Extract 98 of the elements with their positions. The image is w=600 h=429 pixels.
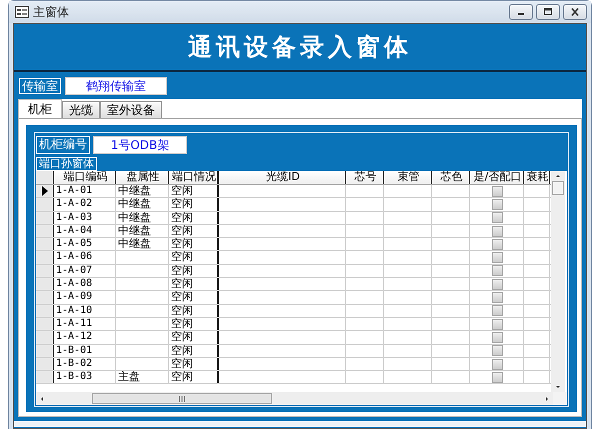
column-header[interactable]: 衰耗 bbox=[524, 171, 550, 184]
table-cell: 1-A-05 bbox=[54, 238, 116, 250]
table-cell: 空闲 bbox=[169, 212, 219, 224]
cabinet-label: 机柜编号 bbox=[36, 136, 90, 154]
table-cell: 空闲 bbox=[169, 238, 219, 250]
scroll-thumb[interactable] bbox=[92, 393, 272, 404]
table-cell: 空闲 bbox=[169, 304, 219, 317]
table-cell: 中继盘 bbox=[116, 198, 169, 211]
maximize-button[interactable] bbox=[536, 4, 560, 20]
table-cell: 中继盘 bbox=[116, 185, 169, 198]
checkbox[interactable] bbox=[492, 345, 503, 356]
table-cell: 空闲 bbox=[169, 371, 219, 384]
table-cell: 1-A-02 bbox=[54, 198, 116, 211]
checkbox[interactable] bbox=[492, 265, 503, 276]
row-selector[interactable] bbox=[36, 198, 54, 211]
table-cell: 1-A-08 bbox=[54, 278, 116, 290]
checkbox[interactable] bbox=[492, 318, 503, 330]
cabinet-field[interactable]: 1号ODB架 bbox=[93, 136, 187, 154]
checkbox[interactable] bbox=[492, 305, 503, 316]
vertical-scrollbar[interactable] bbox=[551, 171, 565, 392]
column-header[interactable]: 是/否配口 bbox=[470, 171, 524, 184]
column-header[interactable]: 束管 bbox=[384, 171, 432, 184]
row-selector[interactable] bbox=[36, 304, 54, 317]
table-cell: 1-A-04 bbox=[54, 224, 116, 238]
table-cell: 1-A-06 bbox=[54, 251, 116, 264]
tab[interactable]: 光缆 bbox=[62, 101, 100, 118]
room-field[interactable]: 鹤翔传输室 bbox=[65, 77, 167, 95]
table-cell: 1-A-09 bbox=[54, 291, 116, 304]
table-cell: 中继盘 bbox=[116, 238, 169, 250]
row-selector[interactable] bbox=[36, 291, 54, 304]
column-header[interactable]: 光缆ID bbox=[219, 171, 346, 184]
table-cell: 1-A-01 bbox=[54, 185, 116, 198]
table-cell: 空闲 bbox=[169, 224, 219, 238]
close-button[interactable] bbox=[563, 4, 587, 20]
checkbox[interactable] bbox=[492, 252, 503, 264]
row-selector[interactable] bbox=[36, 212, 54, 224]
checkbox[interactable] bbox=[492, 212, 503, 224]
current-row-icon bbox=[40, 186, 48, 196]
row-selector[interactable] bbox=[36, 331, 54, 344]
subform-label: 端口孙窗体 bbox=[36, 157, 97, 171]
row-selector[interactable] bbox=[36, 358, 54, 370]
checkbox[interactable] bbox=[492, 292, 503, 304]
row-selector[interactable] bbox=[36, 251, 54, 264]
column-header[interactable]: 端口情况 bbox=[169, 171, 219, 184]
column-header[interactable]: 芯号 bbox=[346, 171, 384, 184]
table-cell: 1-B-03 bbox=[54, 371, 116, 384]
row-selector[interactable] bbox=[36, 264, 54, 278]
scroll-thumb[interactable] bbox=[552, 181, 564, 195]
table-cell: 空闲 bbox=[169, 185, 219, 198]
column-header[interactable]: 端口编码 bbox=[54, 171, 116, 184]
table-cell: 空闲 bbox=[169, 358, 219, 370]
checkbox[interactable] bbox=[492, 238, 503, 250]
form-title: 通讯设备录入窗体 bbox=[188, 31, 412, 63]
row-selector[interactable] bbox=[36, 185, 54, 198]
row-selector[interactable] bbox=[36, 238, 54, 250]
tab[interactable]: 室外设备 bbox=[100, 101, 162, 118]
table-cell: 1-A-10 bbox=[54, 304, 116, 317]
table-cell: 1-B-02 bbox=[54, 358, 116, 370]
table-cell: 1-A-03 bbox=[54, 212, 116, 224]
minimize-button[interactable] bbox=[509, 4, 533, 20]
table-cell: 主盘 bbox=[116, 371, 169, 384]
select-all-cell[interactable] bbox=[36, 171, 54, 184]
table-cell: 空闲 bbox=[169, 198, 219, 211]
row-selector[interactable] bbox=[36, 318, 54, 330]
column-header[interactable]: 盘属性 bbox=[116, 171, 169, 184]
checkbox[interactable] bbox=[492, 372, 503, 383]
table-cell: 1-A-12 bbox=[54, 331, 116, 344]
table-cell: 空闲 bbox=[169, 331, 219, 344]
horizontal-scrollbar[interactable] bbox=[36, 392, 567, 405]
table-cell: 空闲 bbox=[169, 278, 219, 290]
form-icon bbox=[15, 6, 29, 18]
row-selector[interactable] bbox=[36, 344, 54, 357]
checkbox[interactable] bbox=[492, 332, 503, 343]
table-cell: 1-B-01 bbox=[54, 344, 116, 357]
checkbox[interactable] bbox=[492, 226, 503, 237]
table-cell: 空闲 bbox=[169, 318, 219, 330]
table-cell: 空闲 bbox=[169, 344, 219, 357]
checkbox[interactable] bbox=[492, 186, 503, 197]
table-cell: 空闲 bbox=[169, 251, 219, 264]
column-header[interactable]: 芯色 bbox=[432, 171, 470, 184]
window-title: 主窗体 bbox=[33, 4, 69, 20]
table-cell: 空闲 bbox=[169, 264, 219, 278]
room-label: 传输室 bbox=[19, 78, 61, 94]
checkbox[interactable] bbox=[492, 278, 503, 290]
close-icon bbox=[570, 8, 580, 16]
table-cell: 空闲 bbox=[169, 291, 219, 304]
table-cell: 中继盘 bbox=[116, 224, 169, 238]
row-selector[interactable] bbox=[36, 278, 54, 290]
row-selector[interactable] bbox=[36, 371, 54, 384]
tab[interactable]: 机柜 bbox=[18, 99, 62, 118]
table-cell: 中继盘 bbox=[116, 212, 169, 224]
row-selector[interactable] bbox=[36, 224, 54, 238]
maximize-icon bbox=[543, 8, 553, 16]
table-cell: 1-A-11 bbox=[54, 318, 116, 330]
grip-icon bbox=[178, 396, 186, 402]
checkbox[interactable] bbox=[492, 198, 503, 210]
checkbox[interactable] bbox=[492, 358, 503, 370]
table-cell: 1-A-07 bbox=[54, 264, 116, 278]
